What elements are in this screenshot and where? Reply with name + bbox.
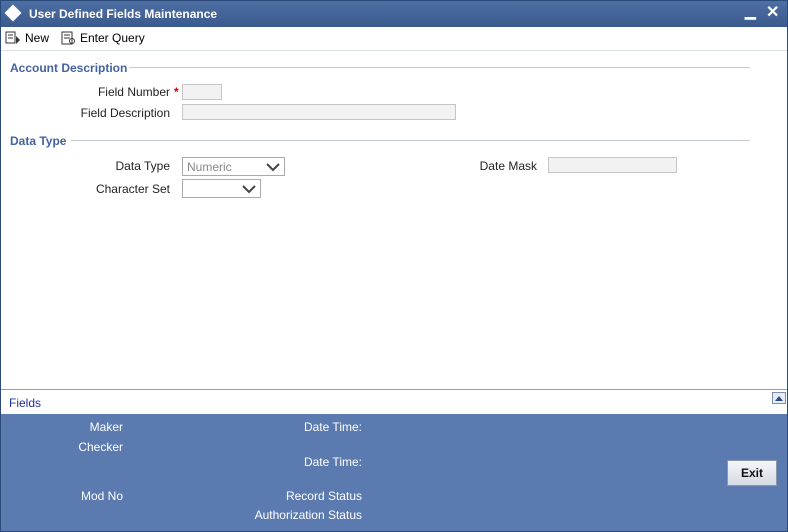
new-label: New [25, 31, 50, 45]
date-mask-label: Date Mask [479, 159, 537, 173]
new-button[interactable]: New [5, 29, 49, 47]
chevron-down-icon [242, 185, 256, 194]
maker-label: Maker [89, 420, 123, 434]
field-description-label: Field Description [80, 106, 170, 120]
enter-query-button[interactable]: Enter Query [60, 29, 145, 47]
diamond-icon [4, 4, 22, 22]
title-bar: User Defined Fields Maintenance ▁ ✕ [1, 1, 787, 27]
checker-date-time-label: Date Time: [303, 455, 362, 469]
mod-no-label: Mod No [80, 489, 123, 503]
toolbar: New Enter Query [1, 27, 787, 51]
maker-date-time-label: Date Time: [303, 420, 362, 434]
enter-query-icon [61, 31, 75, 45]
section-title-data-type: Data Type [10, 134, 67, 148]
new-icon [5, 31, 20, 44]
collapse-arrow-icon [775, 396, 783, 401]
character-set-select[interactable] [182, 179, 261, 198]
field-description-input[interactable] [182, 104, 456, 120]
section-divider [71, 140, 750, 141]
field-number-input[interactable] [182, 84, 222, 100]
data-type-select[interactable]: Numeric [182, 157, 285, 176]
character-set-label: Character Set [95, 182, 170, 196]
section-title-account-description: Account Description [10, 61, 128, 75]
required-mark: * [174, 85, 179, 99]
date-mask-input[interactable] [548, 157, 677, 173]
window-title: User Defined Fields Maintenance [29, 7, 218, 21]
field-number-label: Field Number [97, 85, 170, 99]
record-status-label: Record Status [285, 489, 362, 503]
data-type-label: Data Type [115, 159, 170, 173]
close-icon[interactable]: ✕ [766, 2, 779, 22]
fields-bar: Fields [1, 389, 787, 415]
collapse-button[interactable] [772, 392, 786, 404]
chevron-down-icon [266, 163, 280, 172]
section-divider [129, 67, 750, 68]
data-type-value: Numeric [187, 160, 232, 174]
minimize-icon[interactable]: ▁ [745, 3, 756, 20]
exit-button[interactable]: Exit [727, 460, 777, 486]
enter-query-label: Enter Query [80, 31, 145, 45]
checker-label: Checker [78, 440, 123, 454]
audit-footer: Maker Checker Mod No Date Time: Date Tim… [1, 414, 787, 531]
authorization-status-label: Authorization Status [254, 508, 362, 522]
fields-link[interactable]: Fields [9, 396, 41, 410]
app-window: User Defined Fields Maintenance ▁ ✕ New … [0, 0, 788, 532]
